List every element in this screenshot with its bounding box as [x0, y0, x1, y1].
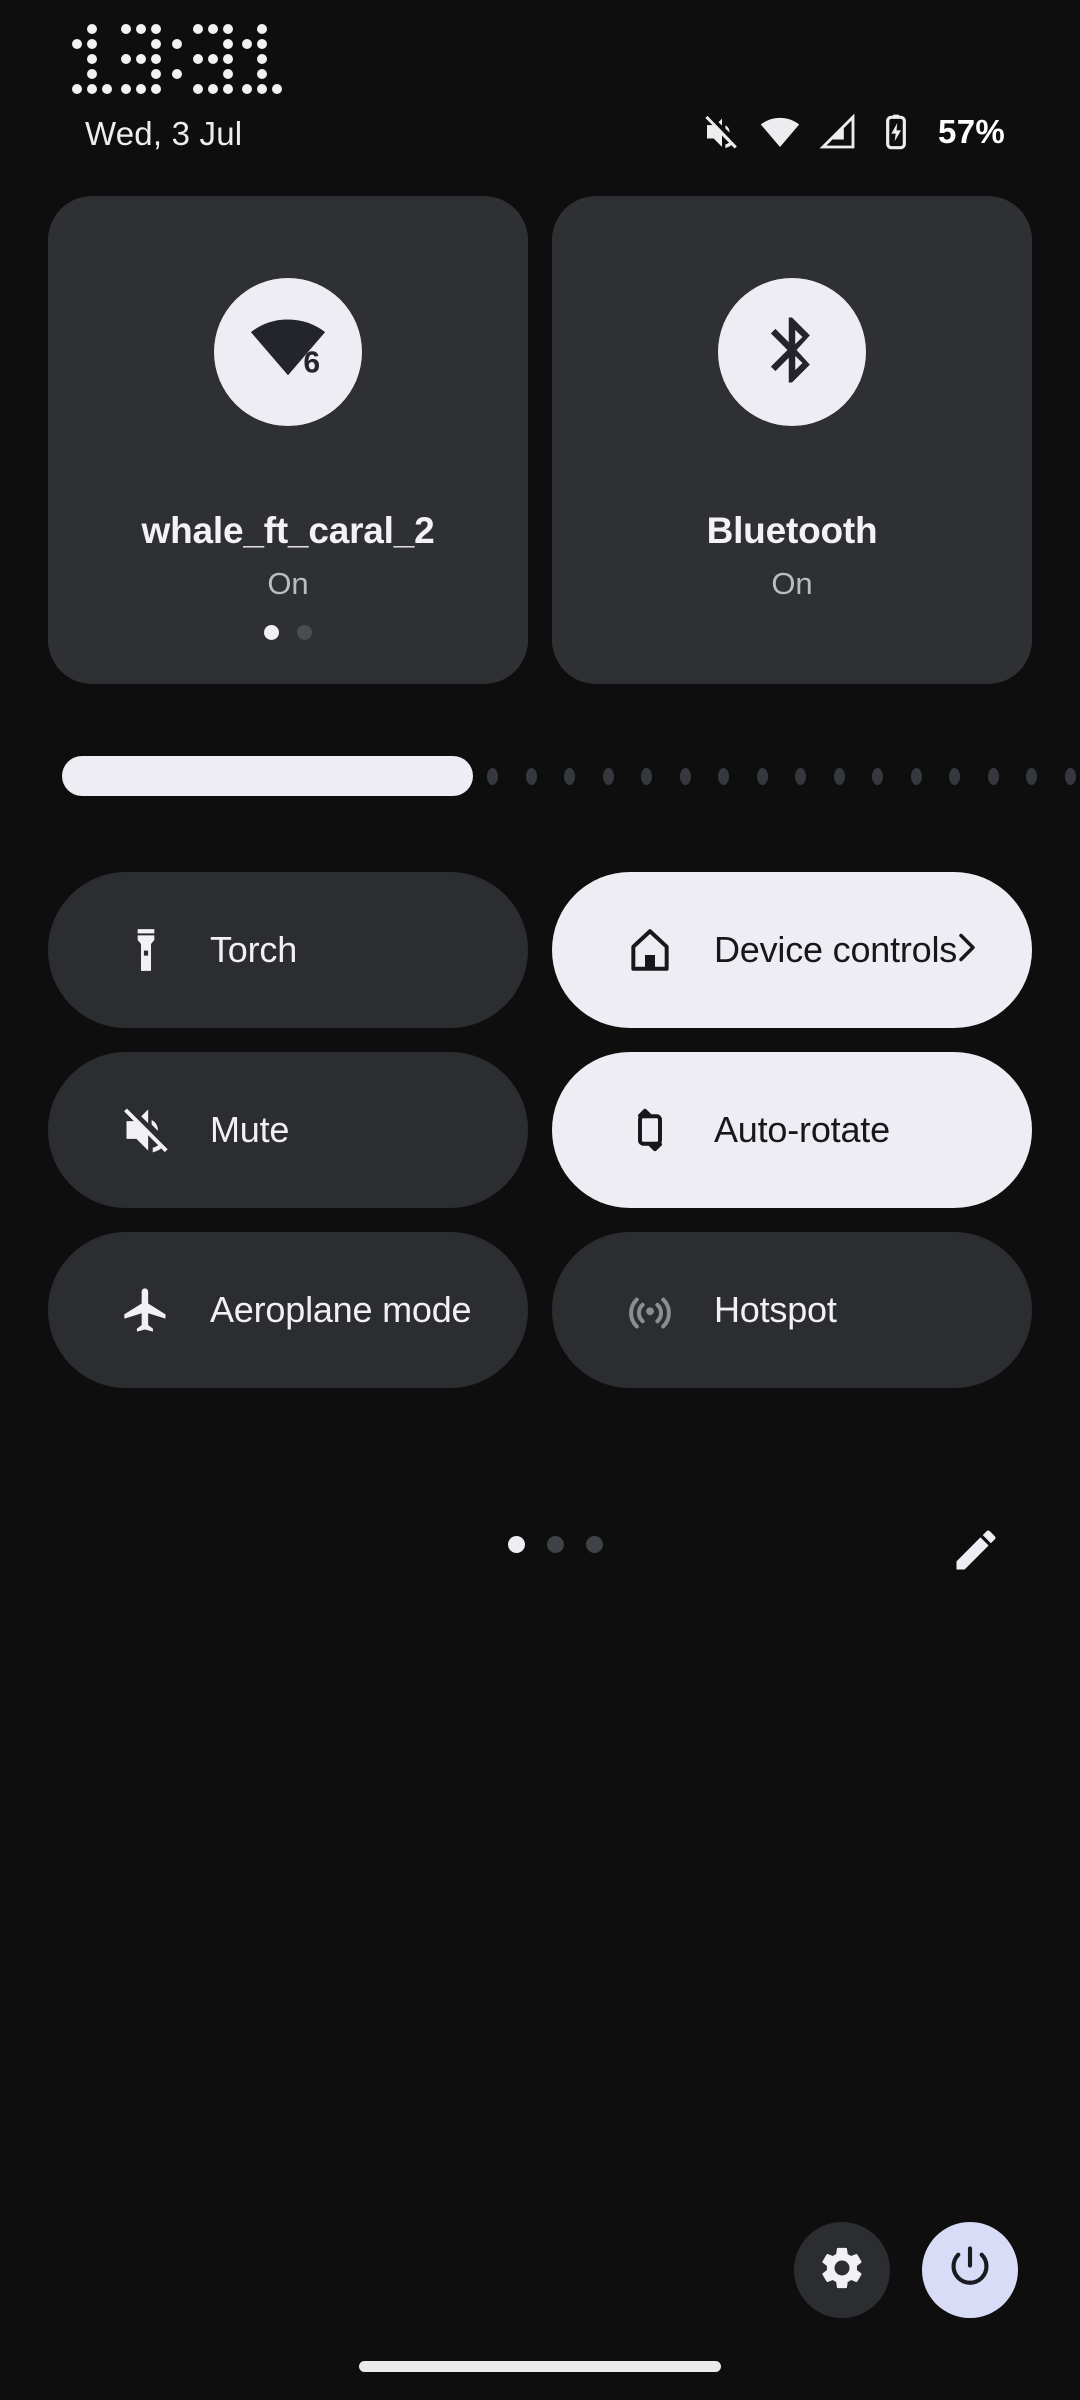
brightness-track-dot [795, 767, 806, 785]
power-icon [945, 2243, 995, 2298]
cell-signal-icon [818, 112, 858, 152]
wifi-icon [760, 112, 800, 152]
battery-percent-label: 57% [938, 113, 1005, 150]
brightness-track-dot [833, 767, 845, 785]
quick-settings-grid: Torch Device controls Mute Auto-rotate Aerop… [48, 872, 1032, 1388]
clock-digit [72, 24, 112, 94]
brightness-slider[interactable] [62, 756, 1076, 796]
quick-settings-pager-dot[interactable] [547, 1536, 564, 1553]
status-date: Wed, 3 Jul [85, 115, 243, 152]
svg-text:6: 6 [303, 346, 320, 379]
qs-tile-label: Torch [210, 929, 298, 970]
brightness-track-dot [1064, 767, 1076, 785]
brightness-slider-fill[interactable] [62, 756, 473, 796]
qs-tile-mute[interactable]: Mute [48, 1052, 528, 1208]
home-icon [624, 925, 676, 975]
brightness-track-dot [487, 767, 498, 785]
bluetooth-icon-circle [718, 278, 866, 426]
brightness-track-dot [872, 767, 883, 785]
airplane-icon [120, 1284, 172, 1336]
wifi-6-icon: 6 [246, 308, 330, 397]
qs-tile-auto-rotate[interactable]: Auto-rotate [552, 1052, 1032, 1208]
clock-digit [193, 24, 233, 94]
brightness-track-dot [910, 767, 922, 785]
volume-off-icon [120, 1104, 172, 1156]
brightness-track-dot [718, 767, 729, 785]
qs-tile-label: Auto-rotate [714, 1109, 890, 1150]
auto-rotate-icon [624, 1105, 676, 1155]
qs-tile-label: Hotspot [714, 1289, 837, 1330]
qs-tile-label: Aeroplane mode [210, 1289, 472, 1330]
wifi-tile-pager[interactable] [48, 625, 528, 640]
bluetooth-title-label: Bluetooth [706, 510, 878, 551]
brightness-track-dot [641, 767, 652, 785]
brightness-track-dot [949, 767, 960, 785]
brightness-track-dot [756, 767, 768, 785]
brightness-track-dot [987, 767, 999, 785]
dot-matrix-clock [72, 24, 282, 94]
brightness-slider-track[interactable] [487, 756, 1080, 796]
brightness-track-dot [602, 767, 614, 785]
wifi-ssid-label: whale_ft_caral_2 [141, 510, 435, 551]
brightness-track-dot [679, 767, 691, 785]
mute-icon [702, 112, 742, 152]
brightness-track-dot [525, 767, 537, 785]
chevron-right-icon[interactable] [946, 928, 986, 973]
clock-digit [242, 24, 282, 94]
qs-tile-aeroplane-mode[interactable]: Aeroplane mode [48, 1232, 528, 1388]
pager-dot[interactable] [264, 625, 279, 640]
quick-settings-pager-dot[interactable] [508, 1536, 525, 1553]
qs-tile-torch[interactable]: Torch [48, 872, 528, 1028]
quick-settings-pager-dot[interactable] [586, 1536, 603, 1553]
brightness-track-dot [1026, 767, 1037, 785]
wifi-state-label: On [267, 566, 309, 601]
hotspot-icon [624, 1284, 676, 1336]
quick-settings-pager[interactable] [508, 1536, 603, 1553]
status-bar: Wed, 3 Jul 57% [0, 0, 1080, 180]
qs-tile-label: Device controls [714, 929, 958, 970]
bluetooth-tile[interactable]: Bluetooth On [552, 196, 1032, 684]
qs-tile-device-controls[interactable]: Device controls [552, 872, 1032, 1028]
pager-dot[interactable] [297, 625, 312, 640]
quick-settings-footer [0, 1520, 1080, 1580]
power-button[interactable] [922, 2222, 1018, 2318]
wifi-tile[interactable]: 6 whale_ft_caral_2 On [48, 196, 528, 684]
qs-tile-hotspot[interactable]: Hotspot [552, 1232, 1032, 1388]
clock-colon [172, 24, 182, 94]
battery-charging-icon [876, 112, 916, 152]
quick-settings-bottom-bar [794, 2222, 1018, 2318]
wifi-icon-circle: 6 [214, 278, 362, 426]
gear-icon [817, 2243, 867, 2298]
settings-button[interactable] [794, 2222, 890, 2318]
primary-tiles-row: 6 whale_ft_caral_2 On Bluetooth On [48, 196, 1032, 684]
bluetooth-state-label: On [771, 566, 813, 601]
flashlight-icon [120, 925, 172, 975]
status-icon-tray: 57% [702, 112, 1005, 152]
gesture-nav-pill[interactable] [359, 2361, 721, 2372]
bluetooth-icon [753, 311, 831, 394]
clock-digit [121, 24, 161, 94]
brightness-track-dot [564, 767, 575, 785]
qs-tile-label: Mute [210, 1109, 290, 1150]
edit-tiles-button[interactable] [950, 1524, 1002, 1576]
pencil-icon [950, 1530, 1002, 1580]
